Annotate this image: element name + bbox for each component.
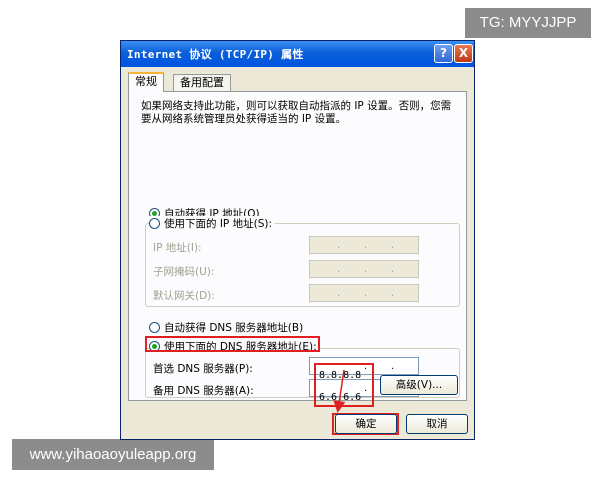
advanced-button[interactable]: 高级(V)... [380,375,458,395]
watermark-bottom: www.yihaoaoyuleapp.org [12,439,214,470]
dns-auto-option[interactable]: 自动获得 DNS 服务器地址(B) [149,320,303,335]
tcpip-properties-dialog: Internet 协议 (TCP/IP) 属性 ? X 常规 备用配置 如果网络… [120,40,475,440]
subnet-mask-label: 子网掩码(U): [153,266,215,278]
preferred-dns-label: 首选 DNS 服务器(P): [153,363,253,375]
dialog-title: Internet 协议 (TCP/IP) 属性 [127,48,304,61]
ip-manual-option[interactable]: 使用下面的 IP 地址(S): [149,216,275,231]
alternate-dns-value: 6.6.6.6 [319,392,362,403]
dns-manual-highlight [145,336,320,352]
ip-manual-label: 使用下面的 IP 地址(S): [164,218,272,230]
description-text: 如果网络支持此功能，则可以获取自动指派的 IP 设置。否则，您需要从网络系统管理… [141,100,452,125]
help-button[interactable]: ? [434,44,453,63]
watermark-top: TG: MYYJJPP [465,8,591,38]
subnet-mask-field[interactable]: ... [309,260,419,278]
dns-auto-label: 自动获得 DNS 服务器地址(B) [164,322,304,334]
default-gateway-label: 默认网关(D): [153,290,215,302]
ok-button[interactable]: 确定 [335,414,397,434]
title-bar[interactable]: Internet 协议 (TCP/IP) 属性 ? X [121,41,474,67]
general-panel: 如果网络支持此功能，则可以获取自动指派的 IP 设置。否则，您需要从网络系统管理… [128,91,467,407]
ip-address-field[interactable]: ... [309,236,419,254]
default-gateway-field[interactable]: ... [309,284,419,302]
tab-general[interactable]: 常规 [128,72,164,92]
preferred-dns-value: 8.8.8.8 [319,370,362,381]
tab-alternate-config[interactable]: 备用配置 [173,74,231,92]
radio-icon[interactable] [149,322,160,333]
close-button[interactable]: X [454,44,473,63]
cancel-button[interactable]: 取消 [406,414,468,434]
alternate-dns-label: 备用 DNS 服务器(A): [153,385,254,397]
ip-address-label: IP 地址(I): [153,242,202,254]
radio-icon[interactable] [149,218,160,229]
